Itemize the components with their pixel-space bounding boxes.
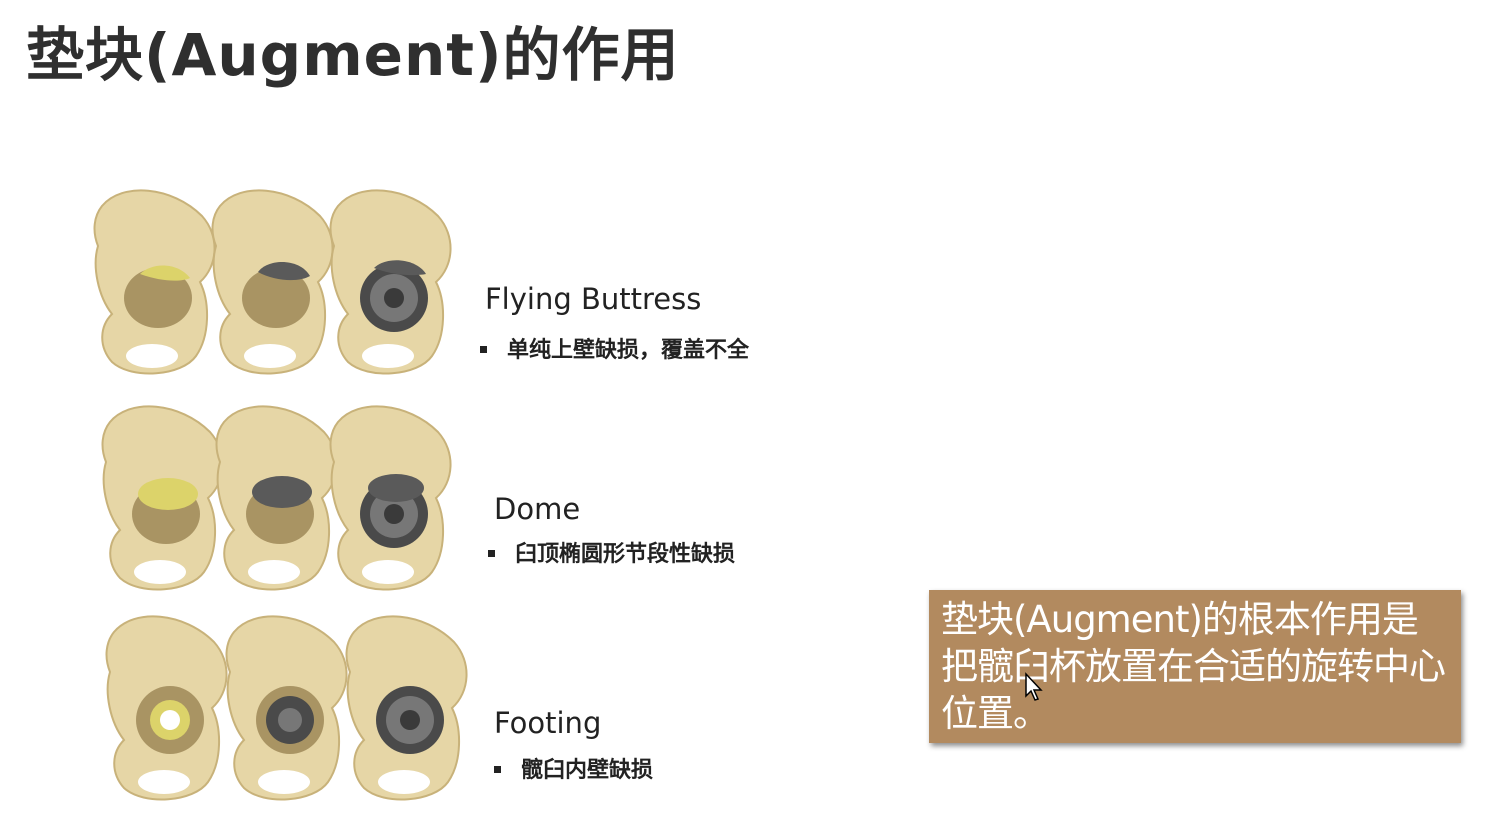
pelvis-illustration [215,405,338,591]
augment-row-dome: Dome 臼顶椭圆形节段性缺损 [0,402,900,602]
mouse-pointer-icon [1025,672,1043,701]
bullet-text: 髋臼内壁缺损 [521,758,654,783]
augment-type-description: 髋臼内壁缺损 [494,752,653,784]
bullet-text: 臼顶椭圆形节段性缺损 [515,542,736,567]
slide: 垫块(Augment)的作用 Flying Buttress 单纯上壁缺损，覆盖… [0,0,1494,824]
pelvis-illustration [93,189,216,375]
pelvis-illustration [225,615,348,801]
pelvis-illustration [345,615,468,801]
pelvis-illustration-group [100,402,490,602]
callout-box: 垫块(Augment)的根本作用是把髋臼杯放置在合适的旋转中心位置。 [929,590,1461,743]
bullet-icon [480,345,487,353]
pelvis-illustration-group [92,186,482,386]
augment-type-label: Flying Buttress [485,282,702,316]
callout-text: 垫块(Augment)的根本作用是把髋臼杯放置在合适的旋转中心位置。 [941,598,1446,735]
pelvis-illustration [101,405,224,591]
bullet-icon [488,549,495,557]
augment-type-description: 臼顶椭圆形节段性缺损 [488,536,735,568]
pelvis-illustration [329,189,452,375]
pelvis-illustration-group [104,612,494,812]
augment-row-flying-buttress: Flying Buttress 单纯上壁缺损，覆盖不全 [0,186,900,386]
slide-title: 垫块(Augment)的作用 [26,21,680,89]
bullet-text: 单纯上壁缺损，覆盖不全 [507,338,750,363]
augment-type-label: Footing [494,706,602,740]
augment-type-label: Dome [494,492,581,526]
pelvis-illustration [105,615,228,801]
augment-type-description: 单纯上壁缺损，覆盖不全 [480,332,749,364]
pelvis-illustration [211,189,334,375]
pelvis-illustration [329,405,452,591]
bullet-icon [494,765,501,773]
augment-row-footing: Footing 髋臼内壁缺损 [0,612,900,812]
